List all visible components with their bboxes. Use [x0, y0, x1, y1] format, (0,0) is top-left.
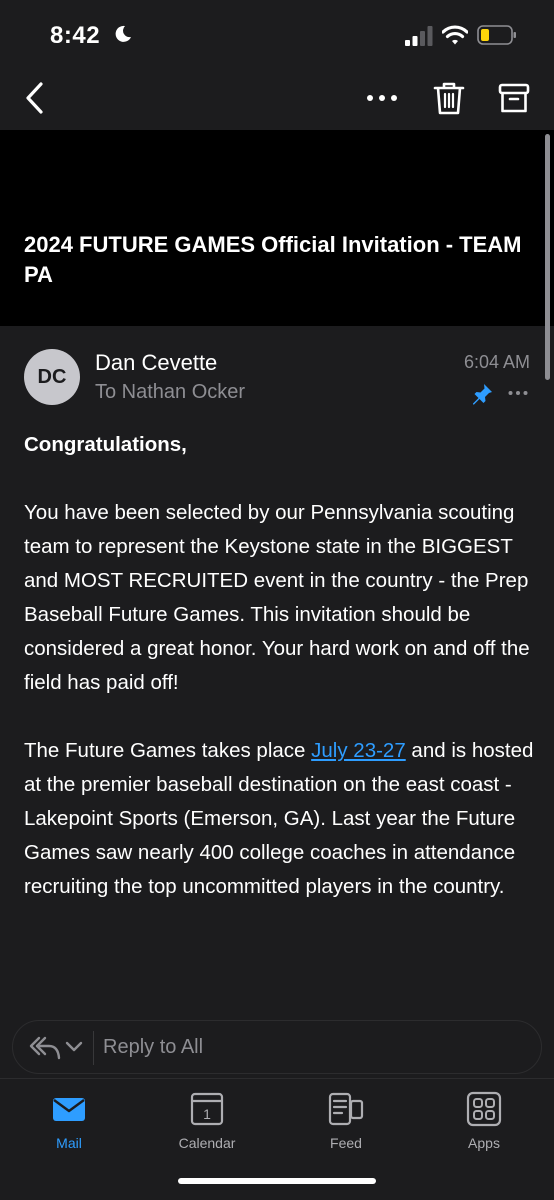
divider [93, 1031, 94, 1065]
tab-mail[interactable]: Mail [9, 1091, 129, 1161]
tab-label: Calendar [178, 1135, 236, 1151]
status-bar: 8:42 [0, 0, 554, 70]
email-body: Congratulations, You have been selected … [24, 428, 534, 938]
moon-icon [115, 25, 131, 42]
tab-label: Apps [468, 1135, 500, 1151]
email-time: 6:04 AM [463, 352, 530, 372]
calendar-icon: 1 [190, 1092, 224, 1126]
tab-label: Feed [330, 1135, 362, 1151]
email-paragraph: You have been selected by our Pennsylvan… [24, 501, 530, 694]
pin-icon[interactable] [470, 382, 494, 406]
email-subject: 2024 FUTURE GAMES Official Invitation - … [24, 232, 522, 287]
wifi-icon [442, 25, 468, 45]
message-more-icon[interactable] [507, 386, 529, 400]
more-icon[interactable] [364, 84, 400, 112]
avatar[interactable]: DC [24, 349, 80, 405]
chevron-down-icon[interactable] [65, 1039, 83, 1055]
feed-icon [328, 1092, 364, 1126]
cellular-signal-icon [405, 26, 433, 46]
tab-calendar[interactable]: 1 Calendar [147, 1091, 267, 1161]
paragraph-text: and is hosted at the premier baseball de… [24, 739, 534, 898]
tab-apps[interactable]: Apps [424, 1091, 544, 1161]
email-greeting: Congratulations, [24, 433, 187, 456]
tab-label: Mail [56, 1135, 82, 1151]
mail-icon [53, 1098, 85, 1121]
email-screen: 8:42 2024 FUTURE GAMES Official Invitati… [0, 0, 554, 1200]
message-toolbar [0, 70, 554, 130]
reply-to-all-label[interactable]: Reply to All [103, 1036, 203, 1059]
battery-icon [477, 25, 516, 45]
sender-name[interactable]: Dan Cevette [95, 350, 217, 376]
recipient-line[interactable]: To Nathan Ocker [95, 381, 245, 404]
email-paragraph: The Future Games takes place July 23-27 … [24, 734, 534, 904]
date-link[interactable]: July 23-27 [311, 739, 406, 762]
archive-icon[interactable] [497, 80, 531, 116]
home-indicator[interactable] [178, 1178, 376, 1184]
back-icon[interactable] [20, 80, 52, 116]
trash-icon[interactable] [432, 80, 466, 116]
subject-header: 2024 FUTURE GAMES Official Invitation - … [0, 130, 554, 326]
paragraph-text: The Future Games takes place [24, 739, 312, 762]
reply-all-icon[interactable] [29, 1034, 61, 1060]
scrollbar[interactable] [545, 134, 550, 380]
calendar-day: 1 [203, 1106, 211, 1122]
apps-icon [466, 1091, 502, 1127]
reply-bar[interactable]: Reply to All [12, 1020, 542, 1074]
status-time: 8:42 [50, 22, 101, 49]
tab-feed[interactable]: Feed [286, 1091, 406, 1161]
